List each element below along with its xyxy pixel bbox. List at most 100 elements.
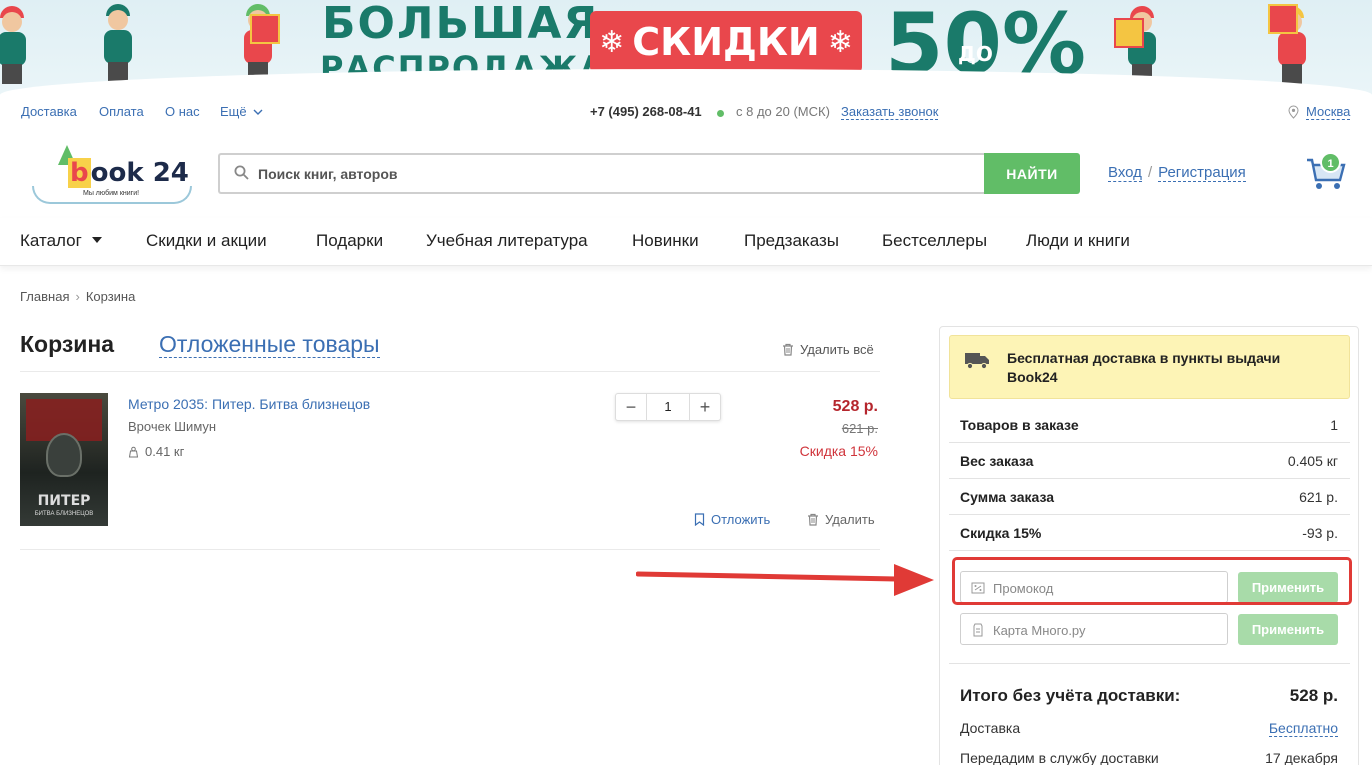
product-title-link[interactable]: Метро 2035: Питер. Битва близнецов xyxy=(128,396,370,412)
nav-new[interactable]: Новинки xyxy=(632,231,699,251)
mnogo-card-field xyxy=(960,613,1228,645)
online-dot-icon xyxy=(717,110,724,117)
product-author[interactable]: Врочек Шимун xyxy=(128,419,216,434)
handover-date: 17 декабря xyxy=(1265,750,1338,765)
caret-down-icon xyxy=(91,237,102,243)
nav-preorders[interactable]: Предзаказы xyxy=(744,231,839,251)
snowflake-icon: ❄ xyxy=(599,24,625,60)
location-pin-icon xyxy=(1288,105,1299,119)
weight-icon xyxy=(128,446,139,457)
summary-row-items: Товаров в заказе 1 xyxy=(949,407,1350,443)
snowflake-icon: ❄ xyxy=(827,24,853,60)
product-weight: 0.41 кг xyxy=(128,444,184,459)
link-more[interactable]: Ещё xyxy=(220,104,263,119)
product-old-price: 621 р. xyxy=(841,421,878,436)
annotation-arrow-icon xyxy=(636,564,934,596)
chevron-right-icon: › xyxy=(75,289,80,304)
divider xyxy=(949,663,1350,664)
link-payment[interactable]: Оплата xyxy=(99,104,144,119)
banner-title: БОЛЬШАЯ xyxy=(322,0,600,49)
snow-decor xyxy=(0,69,1372,95)
gift-icon xyxy=(250,14,280,44)
gift-icon xyxy=(1114,18,1144,48)
product-discount: Скидка 15% xyxy=(799,443,878,459)
decor-figure xyxy=(0,6,34,86)
postpone-button[interactable]: Отложить xyxy=(694,512,770,527)
card-icon xyxy=(973,623,983,637)
total-label: Итого без учёта доставки: xyxy=(960,686,1181,705)
work-hours: с 8 до 20 (МСК) xyxy=(736,104,830,119)
summary-label: Скидка 15% xyxy=(960,525,1042,541)
search-input[interactable] xyxy=(258,163,958,185)
callback-link[interactable]: Заказать звонок xyxy=(841,104,939,120)
register-link[interactable]: Регистрация xyxy=(1158,164,1246,182)
apply-card-button[interactable]: Применить xyxy=(1238,614,1338,645)
nav-gifts[interactable]: Подарки xyxy=(316,231,383,251)
nav-catalog[interactable]: Каталог xyxy=(20,231,102,251)
link-more-label: Ещё xyxy=(220,104,247,119)
product-weight-value: 0.41 кг xyxy=(145,444,185,459)
nav-people-books[interactable]: Люди и книги xyxy=(1026,231,1130,251)
product-price: 528 р. xyxy=(832,398,878,415)
cover-figure-art xyxy=(46,433,82,477)
summary-label: Сумма заказа xyxy=(960,489,1055,505)
phone-number[interactable]: +7 (495) 268-08-41 xyxy=(590,104,702,119)
divider xyxy=(20,549,880,550)
banner-sale-text: СКИДКИ xyxy=(632,20,820,64)
bookmark-icon xyxy=(694,513,705,526)
summary-label: Товаров в заказе xyxy=(960,417,1079,433)
summary-label: Вес заказа xyxy=(960,453,1034,469)
decrease-quantity-button[interactable]: − xyxy=(616,394,646,420)
tab-saved-items[interactable]: Отложенные товары xyxy=(159,332,380,358)
nav-bestsellers[interactable]: Бестселлеры xyxy=(882,231,987,251)
divider xyxy=(20,371,880,372)
summary-row-sum: Сумма заказа 621 р. xyxy=(949,479,1350,515)
book-cover[interactable]: ПИТЕР БИТВА БЛИЗНЕЦОВ xyxy=(20,393,108,526)
breadcrumb-home[interactable]: Главная xyxy=(20,289,69,304)
cover-subtitle: БИТВА БЛИЗНЕЦОВ xyxy=(34,511,94,517)
cart-count-badge: 1 xyxy=(1320,152,1341,173)
chevron-down-icon xyxy=(253,109,263,115)
breadcrumb-current: Корзина xyxy=(85,289,136,304)
delete-all-button[interactable]: Удалить всё xyxy=(782,342,874,357)
quantity-value[interactable]: 1 xyxy=(646,394,690,420)
tab-cart[interactable]: Корзина xyxy=(20,331,114,358)
delete-all-label: Удалить всё xyxy=(800,342,874,357)
breadcrumb: Главная › Корзина xyxy=(20,289,135,304)
trash-icon xyxy=(808,513,818,526)
summary-value: 621 р. xyxy=(1299,489,1338,505)
summary-value: -93 р. xyxy=(1302,525,1338,541)
search-button[interactable]: НАЙТИ xyxy=(984,153,1080,194)
quantity-stepper: − 1 + xyxy=(615,393,721,421)
increase-quantity-button[interactable]: + xyxy=(690,394,720,420)
nav-discounts[interactable]: Скидки и акции xyxy=(146,231,267,251)
logo-word: ook 24 xyxy=(90,158,189,188)
delivery-value-link[interactable]: Бесплатно xyxy=(1268,720,1338,737)
remove-item-button[interactable]: Удалить xyxy=(807,512,875,527)
promo-banner[interactable]: БОЛЬШАЯ РАСПРОДАЖА ❄ СКИДКИ ❄ 50% ДО xyxy=(0,0,1372,95)
logo-letter: b xyxy=(68,158,91,188)
summary-row-weight: Вес заказа 0.405 кг xyxy=(949,443,1350,479)
remove-label: Удалить xyxy=(825,512,875,527)
search-icon xyxy=(234,165,249,180)
logo-slogan: Мы любим книги! xyxy=(83,190,140,197)
logo-text: book 24 xyxy=(68,158,189,188)
mnogo-card-input[interactable] xyxy=(993,620,1213,640)
truck-icon xyxy=(965,353,989,370)
summary-value: 1 xyxy=(1330,417,1338,433)
link-about[interactable]: О нас xyxy=(165,104,200,119)
login-link[interactable]: Вход xyxy=(1108,164,1142,182)
postpone-label: Отложить xyxy=(711,512,771,527)
banner-upto: ДО xyxy=(958,42,993,66)
top-info-bar: Доставка Оплата О нас Ещё +7 (495) 268-0… xyxy=(0,104,1372,124)
summary-row-discount: Скидка 15% -93 р. xyxy=(949,515,1350,551)
site-logo[interactable]: book 24 Мы любим книги! xyxy=(28,140,193,208)
banner-sale-badge: ❄ СКИДКИ ❄ xyxy=(590,11,862,73)
summary-value: 0.405 кг xyxy=(1287,453,1338,469)
main-nav: Каталог Скидки и акции Подарки Учебная л… xyxy=(0,218,1372,266)
total-value: 528 р. xyxy=(1289,686,1338,705)
link-delivery[interactable]: Доставка xyxy=(21,104,77,119)
nav-education[interactable]: Учебная литература xyxy=(426,231,588,251)
city-selector[interactable]: Москва xyxy=(1306,104,1351,120)
auth-separator: / xyxy=(1147,164,1153,181)
